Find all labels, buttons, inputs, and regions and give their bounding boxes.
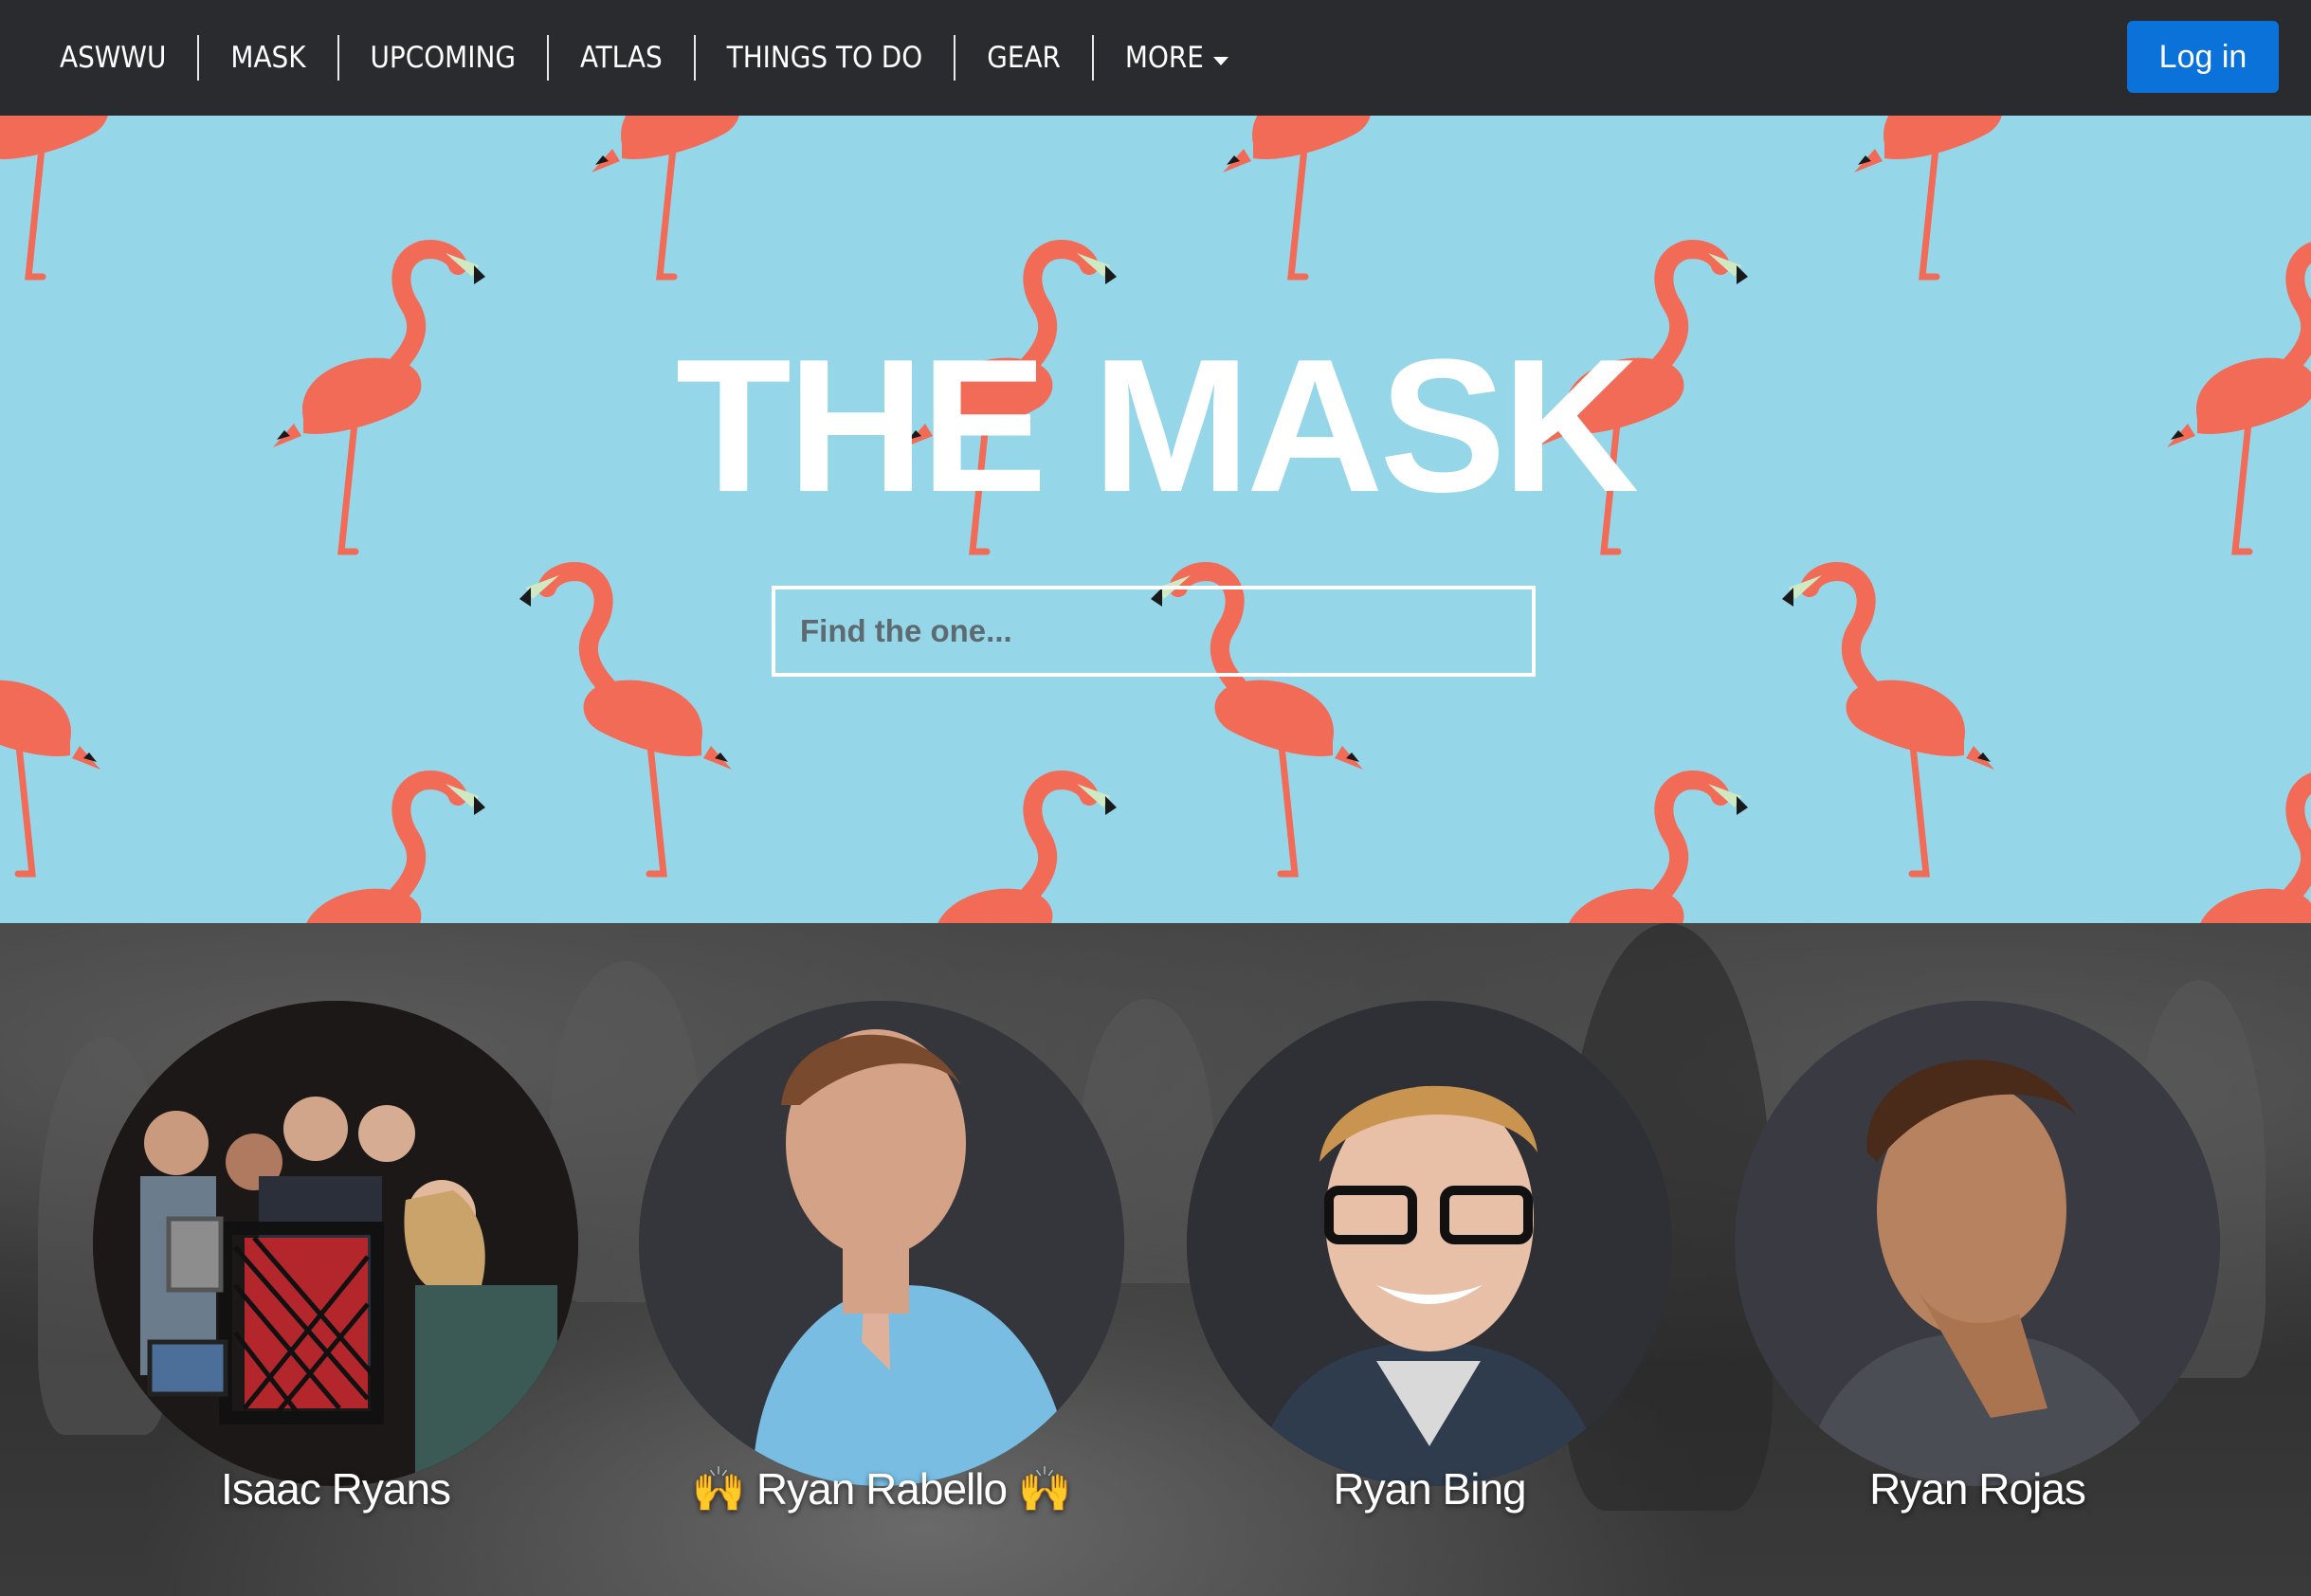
search-box bbox=[772, 586, 1536, 677]
profile-card[interactable]: Ryan Bing bbox=[1183, 1001, 1676, 1514]
profile-name: Ryan Rojas bbox=[1869, 1464, 2086, 1514]
nav-item-more-dropdown[interactable]: MORE bbox=[1091, 35, 1260, 81]
nav-item-atlas[interactable]: ATLAS bbox=[546, 35, 694, 81]
nav-label: MORE bbox=[1124, 41, 1204, 75]
nav-label: THINGS TO DO bbox=[726, 41, 923, 75]
avatar bbox=[1735, 1001, 2220, 1486]
nav-item-upcoming[interactable]: UPCOMING bbox=[337, 35, 547, 81]
profile-name: 🙌 Ryan Rabello 🙌 bbox=[691, 1464, 1072, 1514]
login-button[interactable]: Log in bbox=[2127, 21, 2279, 93]
search-input[interactable] bbox=[775, 589, 1532, 673]
profile-card[interactable]: Ryan Rojas bbox=[1731, 1001, 2224, 1514]
avatar bbox=[1187, 1001, 1672, 1486]
avatar bbox=[639, 1001, 1124, 1486]
nav-label: ASWWU bbox=[60, 41, 167, 75]
nav-label: UPCOMING bbox=[370, 41, 516, 75]
profile-card[interactable]: Isaac Ryans bbox=[89, 1001, 582, 1514]
nav-label: GEAR bbox=[987, 41, 1061, 75]
nav-item-gear[interactable]: GEAR bbox=[954, 35, 1092, 81]
profile-card[interactable]: 🙌 Ryan Rabello 🙌 bbox=[635, 1001, 1128, 1514]
profile-name: Ryan Bing bbox=[1333, 1464, 1526, 1514]
nav-item-mask[interactable]: MASK bbox=[197, 35, 337, 81]
nav-menu: ASWWU MASK UPCOMING ATLAS THINGS TO DO G… bbox=[28, 0, 1260, 116]
page-title: THE MASK bbox=[675, 320, 1639, 532]
nav-item-aswwu[interactable]: ASWWU bbox=[28, 35, 197, 81]
profile-name: Isaac Ryans bbox=[220, 1464, 451, 1514]
portrait-photo-illustration bbox=[1187, 1001, 1672, 1486]
avatar bbox=[93, 1001, 578, 1486]
featured-profiles-section: Isaac Ryans 🙌 Ryan Rabello 🙌 Ryan Bing R… bbox=[0, 923, 2311, 1596]
hero-banner: THE MASK bbox=[0, 116, 2311, 923]
caret-down-icon bbox=[1212, 56, 1228, 65]
nav-item-things-to-do[interactable]: THINGS TO DO bbox=[693, 35, 955, 81]
portrait-photo-illustration bbox=[1735, 1001, 2220, 1486]
group-photo-illustration bbox=[93, 1001, 578, 1486]
nav-label: MASK bbox=[230, 41, 306, 75]
top-navbar: ASWWU MASK UPCOMING ATLAS THINGS TO DO G… bbox=[0, 0, 2311, 116]
portrait-photo-illustration bbox=[639, 1001, 1124, 1486]
nav-label: ATLAS bbox=[579, 41, 663, 75]
